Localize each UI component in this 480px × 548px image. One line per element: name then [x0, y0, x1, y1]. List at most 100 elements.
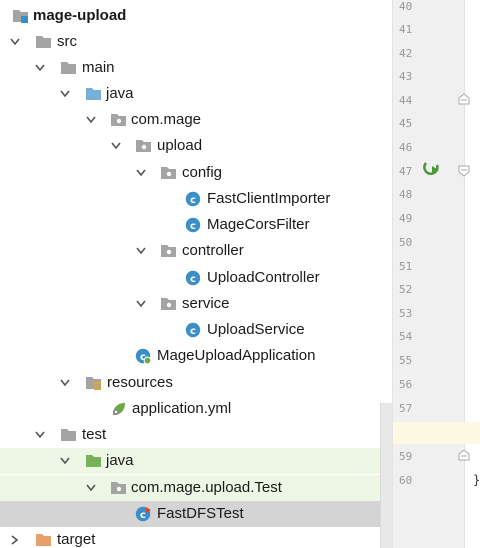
editor-pane[interactable]: 40 41 42 43 44 45 46 47 48 49 50 51 52 5…	[392, 0, 480, 548]
chevron-down-icon[interactable]	[8, 29, 22, 55]
tree-item-label: FastDFSTest	[157, 505, 244, 522]
tree-item-mageuploadapplication[interactable]: c MageUploadApplication	[0, 343, 392, 369]
folder-icon	[35, 34, 52, 50]
test-class-icon: c	[135, 506, 152, 522]
project-tree[interactable]: mage-upload src main java com.mage uploa…	[0, 0, 392, 548]
line-number: 44	[399, 94, 413, 107]
line-number: 54	[399, 330, 413, 343]
svg-text:c: c	[190, 274, 196, 285]
chevron-down-icon[interactable]	[58, 81, 72, 107]
package-icon	[160, 165, 177, 181]
java-class-icon: c	[185, 217, 202, 233]
java-class-icon: c	[185, 191, 202, 207]
module-folder-icon	[12, 8, 29, 24]
tree-item-config[interactable]: config	[0, 160, 392, 186]
tree-item-main[interactable]: main	[0, 55, 392, 81]
line-number: 48	[399, 188, 413, 201]
package-icon	[160, 243, 177, 259]
tree-item-label: java	[106, 85, 134, 102]
chevron-down-icon[interactable]	[33, 55, 47, 81]
tree-item-label: src	[57, 33, 77, 50]
tree-item-test[interactable]: test	[0, 422, 392, 448]
line-number: 59	[399, 450, 413, 463]
chevron-down-icon[interactable]	[58, 370, 72, 396]
tree-item-upload[interactable]: upload	[0, 133, 392, 159]
tree-scrollbar[interactable]	[380, 403, 392, 548]
source-root-folder-icon	[85, 86, 102, 102]
tree-item-uploadservice[interactable]: c UploadService	[0, 317, 392, 343]
tree-item-resources[interactable]: resources	[0, 370, 392, 396]
line-number: 56	[399, 378, 413, 391]
line-number: 40	[399, 0, 413, 13]
fold-marker-icon[interactable]	[457, 448, 471, 462]
tree-item-label: resources	[107, 374, 173, 391]
tree-item-java[interactable]: java	[0, 81, 392, 107]
tree-item-magecorsfilter[interactable]: c MageCorsFilter	[0, 212, 392, 238]
package-icon	[160, 296, 177, 312]
tree-item-target[interactable]: target	[0, 527, 392, 548]
tree-item-mage-upload[interactable]: mage-upload	[0, 3, 392, 29]
tree-item-src[interactable]: src	[0, 29, 392, 55]
fold-marker-icon[interactable]	[457, 92, 471, 106]
package-icon	[110, 112, 127, 128]
chevron-down-icon[interactable]	[109, 133, 123, 159]
test-root-folder-icon	[85, 453, 102, 469]
line-number: 46	[399, 141, 413, 154]
chevron-down-icon[interactable]	[134, 291, 148, 317]
tree-item-label: MageCorsFilter	[207, 216, 310, 233]
tree-item-label: mage-upload	[33, 7, 127, 24]
chevron-down-icon[interactable]	[84, 107, 98, 133]
chevron-right-icon[interactable]	[8, 527, 22, 548]
tree-item-label: target	[57, 531, 96, 548]
tree-item-label: FastClientImporter	[207, 190, 331, 207]
line-number: 51	[399, 260, 413, 273]
package-icon	[135, 138, 152, 154]
line-number: 41	[399, 23, 413, 36]
line-number: 49	[399, 212, 413, 225]
tree-item-label: java	[106, 452, 134, 469]
tree-item-label: test	[82, 426, 107, 443]
tree-item-uploadcontroller[interactable]: c UploadController	[0, 265, 392, 291]
tree-item-label: com.mage	[131, 111, 202, 128]
tree-item-service[interactable]: service	[0, 291, 392, 317]
spring-yml-icon	[110, 401, 127, 417]
tree-item-test-java[interactable]: java	[0, 448, 392, 474]
spring-boot-class-icon: c	[135, 348, 152, 365]
line-number: 47	[399, 165, 413, 178]
line-number-gutter: 40 41 42 43 44 45 46 47 48 49 50 51 52 5…	[393, 0, 465, 548]
line-number: 53	[399, 307, 413, 320]
chevron-down-icon[interactable]	[134, 160, 148, 186]
java-class-icon: c	[185, 322, 202, 338]
tree-item-com-mage[interactable]: com.mage	[0, 107, 392, 133]
current-line-highlight	[393, 422, 480, 444]
tree-item-label: UploadService	[207, 321, 305, 338]
tree-item-label: config	[182, 164, 223, 181]
tree-item-controller[interactable]: controller	[0, 238, 392, 264]
tree-item-label: MageUploadApplication	[157, 347, 316, 364]
tree-item-label: upload	[157, 137, 203, 154]
chevron-down-icon[interactable]	[58, 448, 72, 474]
tree-item-application-yml[interactable]: application.yml	[0, 396, 392, 422]
line-number: 45	[399, 117, 413, 130]
chevron-down-icon[interactable]	[134, 238, 148, 264]
tree-item-fastclientimporter[interactable]: c FastClientImporter	[0, 186, 392, 212]
line-number: 42	[399, 47, 413, 60]
chevron-down-icon[interactable]	[33, 422, 47, 448]
line-number: 50	[399, 236, 413, 249]
tree-item-label: UploadController	[207, 269, 320, 286]
java-class-icon: c	[185, 270, 202, 286]
tree-item-label: controller	[182, 242, 244, 259]
fold-marker-icon[interactable]	[457, 164, 471, 178]
tree-item-fastdfstest[interactable]: c FastDFSTest	[0, 501, 392, 527]
chevron-down-icon[interactable]	[84, 475, 98, 501]
svg-text:c: c	[190, 326, 196, 337]
folder-icon	[60, 60, 77, 76]
line-number: 55	[399, 354, 413, 367]
line-number: 43	[399, 70, 413, 83]
tree-item-com-mage-upload-test[interactable]: com.mage.upload.Test	[0, 475, 392, 501]
tree-item-label: service	[182, 295, 230, 312]
svg-text:c: c	[140, 510, 146, 521]
svg-text:c: c	[190, 221, 196, 232]
run-gutter-icon[interactable]	[423, 160, 443, 178]
tree-item-label: main	[82, 59, 115, 76]
